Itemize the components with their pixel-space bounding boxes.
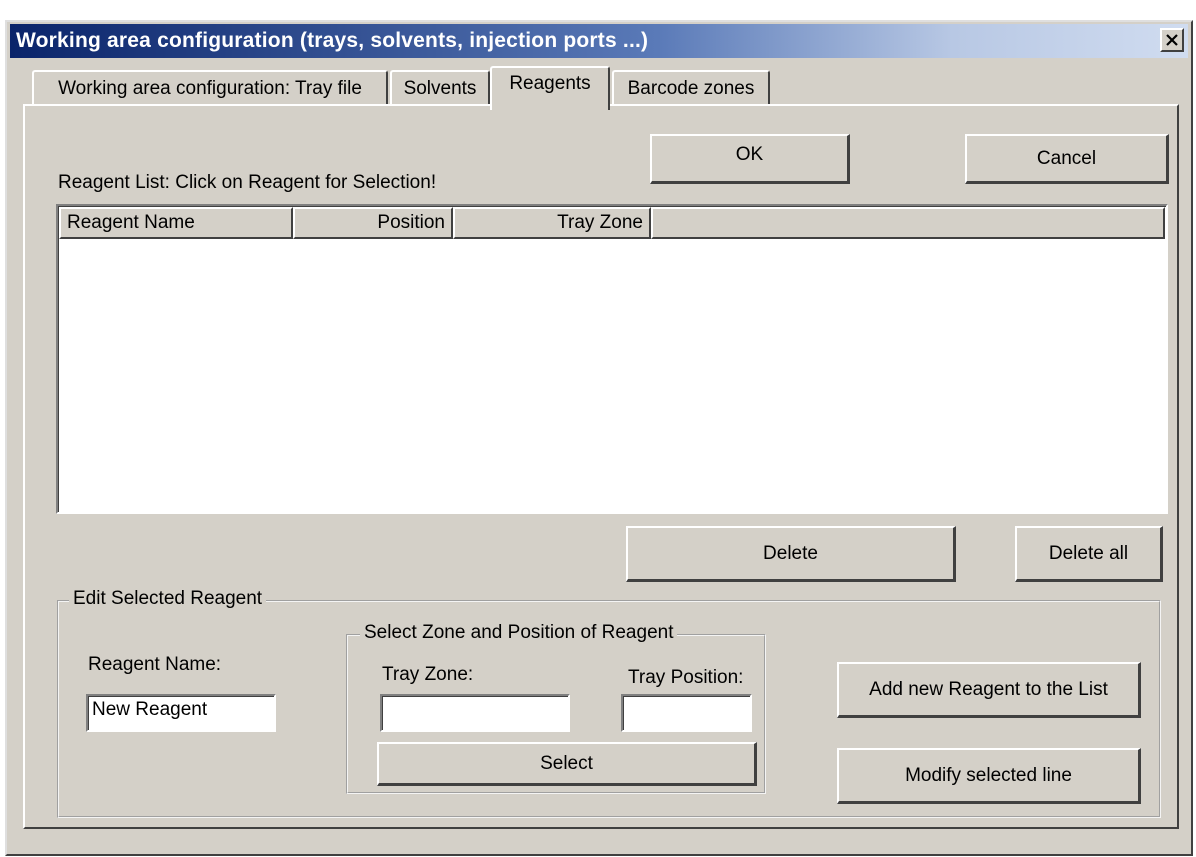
- column-header-tray-zone[interactable]: Tray Zone: [453, 207, 651, 239]
- add-new-reagent-button[interactable]: Add new Reagent to the List: [837, 662, 1141, 718]
- column-header-reagent-name[interactable]: Reagent Name: [59, 207, 293, 239]
- close-icon: [1166, 34, 1178, 46]
- reagent-name-input[interactable]: New Reagent: [86, 694, 276, 732]
- tab-label: Reagents: [509, 73, 591, 94]
- column-header-filler: [651, 207, 1165, 239]
- close-button[interactable]: [1160, 28, 1184, 52]
- ok-button-label: OK: [735, 143, 764, 165]
- zone-position-group-title: Select Zone and Position of Reagent: [360, 622, 678, 644]
- tab-reagents[interactable]: Reagents: [490, 66, 610, 110]
- cancel-button-label: Cancel: [1036, 147, 1097, 169]
- delete-all-button[interactable]: Delete all: [1015, 526, 1163, 582]
- tab-label: Working area configuration: Tray file: [58, 78, 362, 99]
- column-header-position[interactable]: Position: [293, 207, 453, 239]
- reagent-list-caption: Reagent List: Click on Reagent for Selec…: [58, 172, 437, 193]
- select-button-label: Select: [540, 752, 593, 774]
- tab-tray-file[interactable]: Working area configuration: Tray file: [32, 70, 388, 106]
- column-header-label: Tray Zone: [557, 212, 643, 233]
- tray-zone-input[interactable]: [380, 694, 570, 732]
- select-button[interactable]: Select: [377, 742, 757, 786]
- tab-barcode-zones[interactable]: Barcode zones: [612, 70, 770, 106]
- add-new-reagent-button-label: Add new Reagent to the List: [869, 678, 1108, 700]
- title-bar[interactable]: Working area configuration (trays, solve…: [10, 24, 1188, 58]
- reagent-list[interactable]: Reagent Name Position Tray Zone: [56, 204, 1168, 514]
- tray-zone-label: Tray Zone:: [382, 664, 474, 685]
- tab-label: Solvents: [403, 78, 477, 99]
- window-title: Working area configuration (trays, solve…: [16, 29, 649, 52]
- delete-button-label: Delete: [763, 542, 818, 564]
- delete-button[interactable]: Delete: [626, 526, 956, 582]
- tray-position-input[interactable]: [621, 694, 752, 732]
- column-header-label: Position: [377, 212, 445, 233]
- ok-button[interactable]: OK: [650, 134, 850, 184]
- reagent-name-input-value: New Reagent: [92, 699, 208, 720]
- edit-reagent-group-title: Edit Selected Reagent: [69, 588, 267, 610]
- modify-selected-line-button[interactable]: Modify selected line: [837, 748, 1141, 804]
- reagent-list-header: Reagent Name Position Tray Zone: [59, 207, 1165, 239]
- modify-selected-line-button-label: Modify selected line: [905, 764, 1072, 786]
- tab-label: Barcode zones: [627, 78, 755, 99]
- cancel-button[interactable]: Cancel: [965, 134, 1169, 184]
- tray-position-label: Tray Position:: [628, 667, 744, 688]
- column-header-label: Reagent Name: [67, 212, 195, 233]
- delete-all-button-label: Delete all: [1048, 542, 1129, 564]
- tab-solvents[interactable]: Solvents: [390, 70, 490, 106]
- reagent-name-label: Reagent Name:: [88, 654, 222, 675]
